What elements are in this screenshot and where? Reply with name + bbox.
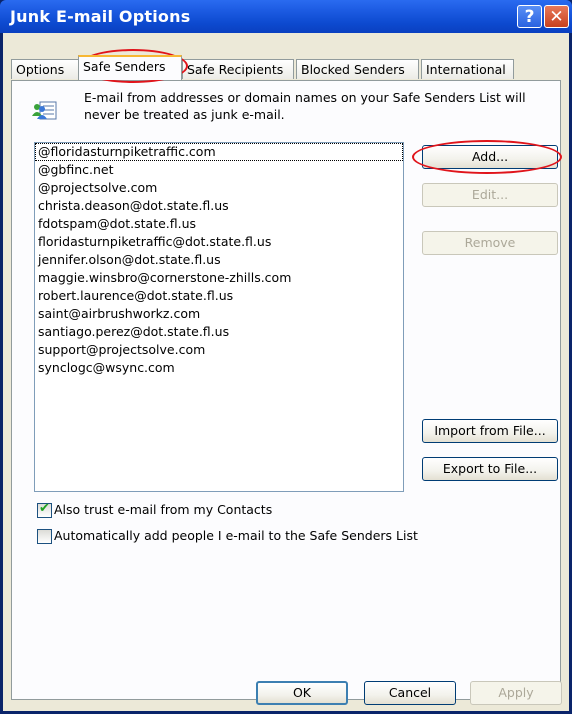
tab-safe-senders[interactable]: Safe Senders (78, 55, 182, 80)
list-item[interactable]: synclogc@wsync.com (35, 359, 403, 377)
title-bar[interactable]: Junk E-mail Options ? ✕ (0, 0, 572, 33)
dialog-client-area: Options Safe Senders Safe Recipients Blo… (3, 33, 569, 711)
trust-contacts-label: Also trust e-mail from my Contacts (54, 502, 273, 517)
list-item[interactable]: maggie.winsbro@cornerstone-zhills.com (35, 269, 403, 287)
list-item[interactable]: saint@airbrushworkz.com (35, 305, 403, 323)
apply-button[interactable]: Apply (470, 681, 562, 705)
remove-button[interactable]: Remove (422, 231, 558, 255)
trust-contacts-option[interactable]: ✔ Also trust e-mail from my Contacts (37, 501, 273, 518)
list-item[interactable]: santiago.perez@dot.state.fl.us (35, 323, 403, 341)
import-from-file-button[interactable]: Import from File... (422, 419, 558, 443)
list-item[interactable]: support@projectsolve.com (35, 341, 403, 359)
cancel-button[interactable]: Cancel (364, 681, 456, 705)
annotation-circle-add (412, 140, 562, 174)
list-item[interactable]: jennifer.olson@dot.state.fl.us (35, 251, 403, 269)
auto-add-label: Automatically add people I e-mail to the… (54, 528, 418, 543)
junk-email-options-window: Junk E-mail Options ? ✕ Options Safe Sen… (0, 0, 572, 714)
list-item[interactable]: @floridasturnpiketraffic.com (35, 143, 403, 161)
list-item[interactable]: fdotspam@dot.state.fl.us (35, 215, 403, 233)
export-to-file-button[interactable]: Export to File... (422, 457, 558, 481)
tab-international[interactable]: International (421, 59, 514, 79)
trust-contacts-checkbox[interactable]: ✔ (37, 501, 52, 518)
safe-senders-list[interactable]: @floridasturnpiketraffic.com @gbfinc.net… (34, 142, 404, 492)
checkmark-icon: ✔ (39, 501, 50, 516)
info-description: E-mail from addresses or domain names on… (84, 90, 526, 122)
help-button[interactable]: ? (517, 5, 542, 28)
list-item[interactable]: @gbfinc.net (35, 161, 403, 179)
tab-options[interactable]: Options (11, 59, 79, 79)
tab-safe-recipients[interactable]: Safe Recipients (182, 59, 294, 79)
auto-add-checkbox[interactable] (37, 529, 52, 544)
auto-add-option[interactable]: Automatically add people I e-mail to the… (37, 528, 418, 544)
edit-button[interactable]: Edit... (422, 183, 558, 207)
people-list-icon (32, 99, 57, 121)
list-item[interactable]: robert.laurence@dot.state.fl.us (35, 287, 403, 305)
list-item[interactable]: @projectsolve.com (35, 179, 403, 197)
close-button[interactable]: ✕ (544, 5, 569, 28)
window-title: Junk E-mail Options (10, 7, 191, 26)
list-item[interactable]: christa.deason@dot.state.fl.us (35, 197, 403, 215)
list-item[interactable]: floridasturnpiketraffic@dot.state.fl.us (35, 233, 403, 251)
tab-blocked-senders[interactable]: Blocked Senders (296, 59, 419, 79)
ok-button[interactable]: OK (256, 681, 348, 705)
